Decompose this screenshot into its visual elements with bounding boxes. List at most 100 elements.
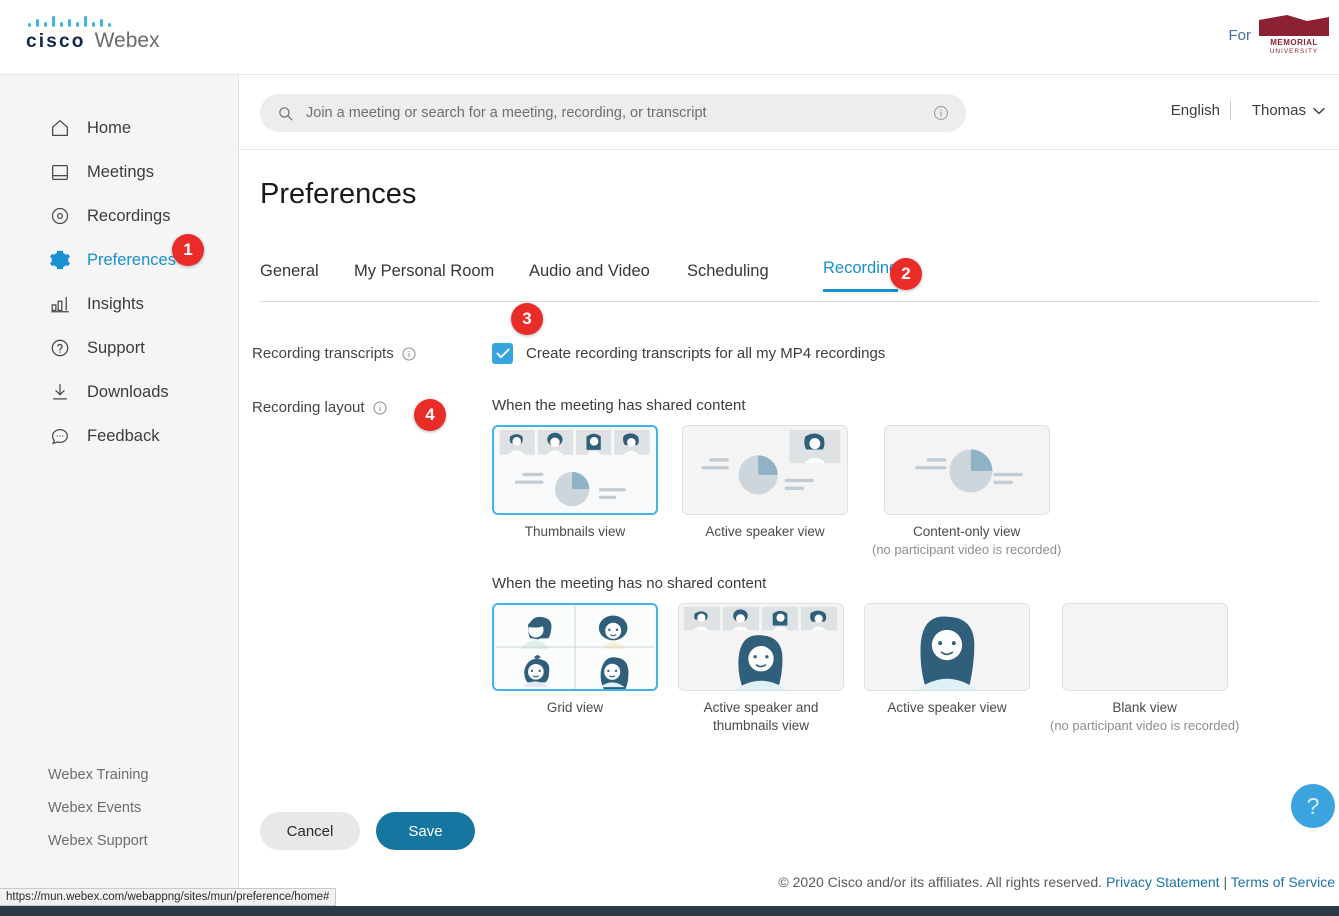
sidebar-item-label: Meetings xyxy=(87,162,154,181)
top-header: English Thomas xyxy=(239,75,1339,150)
shared-content-section-title: When the meeting has shared content xyxy=(492,397,746,414)
page-title: Preferences xyxy=(260,178,417,210)
tab-audio-and-video[interactable]: Audio and Video xyxy=(529,262,650,292)
sidebar-item-home[interactable]: Home xyxy=(0,106,239,150)
gear-icon xyxy=(48,248,72,272)
info-icon[interactable] xyxy=(401,346,417,362)
tab-recording[interactable]: Recording xyxy=(823,259,899,292)
info-icon[interactable] xyxy=(932,104,950,122)
form-actions: Cancel Save xyxy=(260,812,475,850)
header-divider xyxy=(1230,100,1231,120)
sidebar-item-support[interactable]: Support xyxy=(0,326,239,370)
layout-option-content-only-view[interactable]: Content-only view (no participant video … xyxy=(872,425,1061,559)
create-transcripts-label: Create recording transcripts for all my … xyxy=(526,345,886,362)
layout-option-blank-view[interactable]: Blank view (no participant video is reco… xyxy=(1050,603,1239,735)
layout-option-active-speaker-and-thumbnails-view[interactable]: Active speaker and thumbnails view xyxy=(678,603,844,735)
tile-label: Blank view xyxy=(1112,700,1177,715)
tile-preview[interactable] xyxy=(682,425,848,515)
sidebar-item-meetings[interactable]: Meetings xyxy=(0,150,239,194)
search-icon xyxy=(277,105,294,122)
copyright-text: © 2020 Cisco and/or its affiliates. All … xyxy=(778,874,1103,890)
tile-label: Active speaker and thumbnails view xyxy=(703,700,819,734)
svg-text:UNIVERSITY: UNIVERSITY xyxy=(1270,48,1318,54)
search-input[interactable] xyxy=(306,105,932,121)
cancel-button[interactable]: Cancel xyxy=(260,812,360,850)
privacy-statement-link[interactable]: Privacy Statement xyxy=(1106,874,1220,890)
sidebar: Home Meetings Recordings Preferences Ins… xyxy=(0,75,239,906)
user-name: Thomas xyxy=(1251,102,1306,119)
layout-option-active-speaker-view-shared[interactable]: Active speaker view xyxy=(682,425,848,559)
annotation-badge-1: 1 xyxy=(172,234,204,266)
user-menu[interactable]: Thomas xyxy=(1252,102,1325,119)
tile-label: Active speaker view xyxy=(887,700,1007,715)
tile-preview[interactable] xyxy=(883,425,1050,515)
recording-layout-label: Recording layout xyxy=(252,399,365,416)
tile-sublabel: (no participant video is recorded) xyxy=(872,542,1062,558)
sidebar-item-label: Feedback xyxy=(87,426,160,445)
create-transcripts-checkbox[interactable] xyxy=(492,343,513,364)
sidebar-item-insights[interactable]: Insights xyxy=(0,282,239,326)
annotation-badge-2: 2 xyxy=(890,258,922,290)
thumbnails-view-art xyxy=(495,427,655,513)
cisco-webex-logo[interactable]: cisco Webex xyxy=(26,16,160,53)
layout-option-thumbnails-view[interactable]: Thumbnails view xyxy=(492,425,658,559)
browser-status-bar: https://mun.webex.com/webappng/sites/mun… xyxy=(0,888,337,906)
tile-label: Thumbnails view xyxy=(524,524,626,539)
tab-my-personal-room[interactable]: My Personal Room xyxy=(354,262,494,292)
tile-preview[interactable] xyxy=(864,603,1030,691)
shared-content-layout-options: Thumbnails view Active speaker view Cont… xyxy=(492,425,1061,559)
content-only-view-art xyxy=(885,426,1048,514)
layout-option-active-speaker-view-noshared[interactable]: Active speaker view xyxy=(864,603,1030,735)
chat-bubble-icon xyxy=(48,424,72,448)
tab-general[interactable]: General xyxy=(260,262,319,292)
tile-preview[interactable] xyxy=(678,603,844,691)
speaker-thumbnails-art xyxy=(679,604,843,690)
sidebar-item-recordings[interactable]: Recordings xyxy=(0,194,239,238)
sidebar-item-label: Support xyxy=(87,338,145,357)
link-webex-support[interactable]: Webex Support xyxy=(48,833,148,849)
annotation-badge-4: 4 xyxy=(414,399,446,431)
save-button[interactable]: Save xyxy=(376,812,475,850)
sidebar-item-label: Downloads xyxy=(87,382,169,401)
grid-view-art xyxy=(495,605,655,689)
create-transcripts-row: Create recording transcripts for all my … xyxy=(492,343,885,364)
cisco-bridge-icon xyxy=(28,16,111,27)
home-icon xyxy=(48,116,72,140)
link-webex-events[interactable]: Webex Events xyxy=(48,800,148,816)
sidebar-item-label: Insights xyxy=(87,294,144,313)
chevron-down-icon xyxy=(1313,102,1325,119)
bar-chart-icon xyxy=(48,292,72,316)
sidebar-item-label: Preferences xyxy=(87,250,176,269)
page-footer: © 2020 Cisco and/or its affiliates. All … xyxy=(239,874,1339,890)
active-speaker-view-art xyxy=(683,426,847,514)
sidebar-item-label: Home xyxy=(87,118,132,137)
layout-option-grid-view[interactable]: Grid view xyxy=(492,603,658,735)
download-icon xyxy=(48,380,72,404)
tile-sublabel: (no participant video is recorded) xyxy=(1050,718,1240,734)
record-circle-icon xyxy=(48,204,72,228)
for-label: For xyxy=(1228,27,1252,44)
sidebar-item-downloads[interactable]: Downloads xyxy=(0,370,239,414)
info-icon[interactable] xyxy=(372,400,388,416)
link-webex-training[interactable]: Webex Training xyxy=(48,767,148,783)
help-button[interactable]: ? xyxy=(1291,784,1335,828)
active-speaker-only-art xyxy=(865,604,1029,690)
webex-wordmark: Webex xyxy=(94,29,160,52)
tile-preview[interactable] xyxy=(492,425,658,515)
terms-of-service-link[interactable]: Terms of Service xyxy=(1231,874,1335,890)
search-bar[interactable] xyxy=(260,94,966,132)
tile-preview[interactable] xyxy=(1061,603,1228,691)
main-content: Preferences General My Personal Room Aud… xyxy=(239,150,1339,880)
sidebar-item-label: Recordings xyxy=(87,206,171,225)
webex-preferences-page: cisco Webex For MEMORIAL UNIVERSITY Home xyxy=(0,0,1339,916)
sidebar-item-feedback[interactable]: Feedback xyxy=(0,414,239,458)
language-selector[interactable]: English xyxy=(1171,102,1220,119)
tab-scheduling[interactable]: Scheduling xyxy=(687,262,769,292)
tile-preview[interactable] xyxy=(492,603,658,691)
os-taskbar xyxy=(0,906,1339,916)
annotation-badge-3: 3 xyxy=(511,303,543,335)
svg-text:MEMORIAL: MEMORIAL xyxy=(1270,38,1318,47)
memorial-university-logo: MEMORIAL UNIVERSITY xyxy=(1259,15,1329,54)
sidebar-bottom-links: Webex Training Webex Events Webex Suppor… xyxy=(48,767,148,866)
brand-bar: cisco Webex For MEMORIAL UNIVERSITY xyxy=(0,0,1339,75)
